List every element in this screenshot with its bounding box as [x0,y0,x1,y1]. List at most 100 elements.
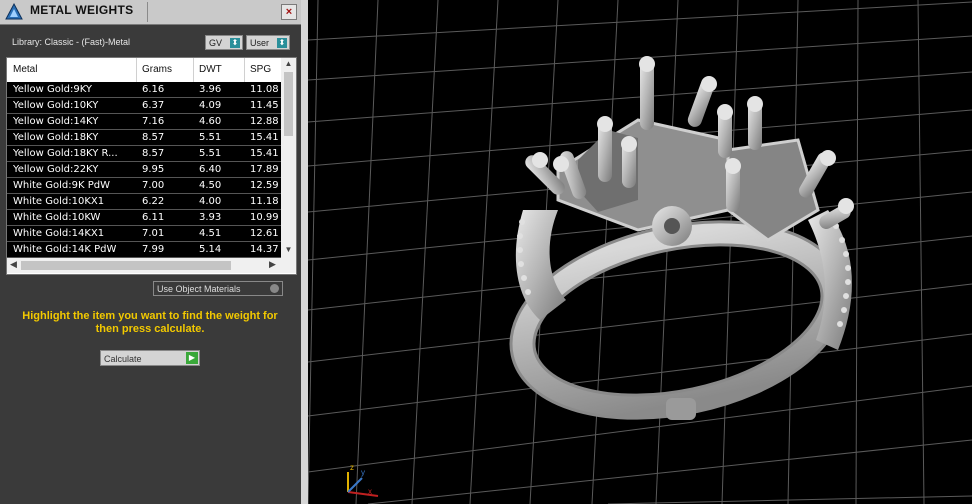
gv-label: GV [209,38,223,48]
scroll-down-icon[interactable]: ▼ [281,244,296,256]
table-cell-metal: White Gold:14KX1 [13,228,105,239]
table-row[interactable]: Yellow Gold:18KY 8.57 5.51 15.41 [7,130,281,146]
table-cell-metal: White Gold:10KX1 [13,196,105,207]
table-cell-spg: 11.08 [250,84,279,95]
table-row[interactable]: White Gold:10KW 6.11 3.93 10.99 [7,210,281,226]
table-cell-dwt: 4.00 [199,196,222,207]
table-cell-dwt: 4.50 [199,180,222,191]
scroll-corner [281,258,296,273]
table-cell-metal: Yellow Gold:18KY [13,132,99,143]
column-divider [244,58,245,82]
scroll-thumb[interactable] [284,72,293,136]
table-cell-metal: Yellow Gold:10KY [13,100,99,111]
scroll-thumb[interactable] [21,261,231,270]
calculate-label: Calculate [104,354,142,364]
table-cell-spg: 15.41 [250,132,279,143]
table-cell-grams: 6.16 [142,84,165,95]
scroll-right-icon[interactable]: ▶ [269,259,276,270]
table-cell-grams: 8.57 [142,148,165,159]
table-cell-grams: 7.01 [142,228,165,239]
use-object-materials-toggle[interactable]: Use Object Materials [153,281,283,296]
table-cell-spg: 12.61 [250,228,279,239]
column-divider [136,58,137,82]
table-cell-grams: 7.00 [142,180,165,191]
table-cell-grams: 8.57 [142,132,165,143]
play-arrow-icon[interactable]: ▶ [186,352,198,364]
table-cell-metal: White Gold:9K PdW [13,180,110,191]
table-cell-spg: 10.99 [250,212,279,223]
table-cell-dwt: 4.09 [199,100,222,111]
table-row[interactable]: White Gold:14K PdW 7.99 5.14 14.37 [7,242,281,258]
table-cell-dwt: 5.14 [199,244,222,255]
table-cell-grams: 7.99 [142,244,165,255]
table-cell-metal: Yellow Gold:18KY R... [13,148,118,159]
axis-gizmo: z y x [347,463,379,497]
title-separator [147,2,148,22]
table-cell-dwt: 5.51 [199,132,222,143]
toggle-icon[interactable] [270,284,279,293]
table-cell-spg: 17.89 [250,164,279,175]
user-label: User [250,38,270,48]
table-cell-spg: 11.18 [250,196,279,207]
column-header-dwt[interactable]: DWT [199,64,222,75]
app-logo-icon [5,2,23,20]
user-dropdown[interactable]: User ⬍ [246,35,290,50]
table-row[interactable]: Yellow Gold:18KY R... 8.57 5.51 15.41 [7,146,281,162]
table-cell-grams: 6.11 [142,212,165,223]
dropdown-arrow-icon: ⬍ [277,38,287,48]
table-cell-metal: Yellow Gold:22KY [13,164,99,175]
close-button[interactable]: × [281,4,297,20]
table-cell-spg: 14.37 [250,244,279,255]
use-object-materials-label: Use Object Materials [157,284,241,294]
dropdown-arrow-icon: ⬍ [230,38,240,48]
table-cell-dwt: 3.93 [199,212,222,223]
table-cell-spg: 12.88 [250,116,279,127]
table-cell-dwt: 4.60 [199,116,222,127]
table-row[interactable]: Yellow Gold:22KY 9.95 6.40 17.89 [7,162,281,178]
table-cell-dwt: 3.96 [199,84,222,95]
calculate-button[interactable]: Calculate ▶ [100,350,200,366]
viewport-canvas[interactable]: z y x [308,0,972,504]
library-label: Library: Classic - (Fast)-Metal [12,37,131,47]
table-cell-spg: 12.59 [250,180,279,191]
table-cell-grams: 9.95 [142,164,165,175]
table-cell-dwt: 5.51 [199,148,222,159]
scroll-up-icon[interactable]: ▲ [281,58,296,70]
axis-y-label: y [361,468,365,477]
table-cell-metal: White Gold:14K PdW [13,244,117,255]
3d-viewport[interactable]: z y x [308,0,972,504]
table-row[interactable]: White Gold:9K PdW 7.00 4.50 12.59 [7,178,281,194]
table-cell-dwt: 4.51 [199,228,222,239]
metal-table: Metal Grams DWT SPG Yellow Gold:9KY 6.16 3… [6,57,297,275]
axis-z-label: z [350,463,354,472]
table-row[interactable]: Yellow Gold:9KY 6.16 3.96 11.08 [7,82,281,98]
table-row[interactable]: Yellow Gold:10KY 6.37 4.09 11.45 [7,98,281,114]
column-header-grams[interactable]: Grams [142,64,172,75]
ring-model[interactable] [506,56,854,433]
metal-weights-panel: METAL WEIGHTS × Library: Classic - (Fast… [0,0,301,504]
table-cell-metal: Yellow Gold:14KY [13,116,99,127]
vertical-scrollbar[interactable]: ▲ ▼ [281,58,296,258]
horizontal-scrollbar[interactable]: ◀ ▶ [7,258,281,273]
column-header-spg[interactable]: SPG [250,64,271,75]
panel-splitter[interactable] [301,0,308,504]
axis-x-label: x [368,487,372,496]
table-cell-metal: White Gold:10KW [13,212,101,223]
table-header: Metal Grams DWT SPG [7,58,281,82]
table-row[interactable]: Yellow Gold:14KY 7.16 4.60 12.88 [7,114,281,130]
table-cell-spg: 11.45 [250,100,279,111]
table-cell-grams: 6.22 [142,196,165,207]
gv-dropdown[interactable]: GV ⬍ [205,35,243,50]
scroll-left-icon[interactable]: ◀ [10,259,17,270]
table-body: Yellow Gold:9KY 6.16 3.96 11.08 Yellow Gold:… [7,82,281,258]
table-cell-dwt: 6.40 [199,164,222,175]
table-row[interactable]: White Gold:14KX1 7.01 4.51 12.61 [7,226,281,242]
table-cell-grams: 6.37 [142,100,165,111]
table-row[interactable]: White Gold:10KX1 6.22 4.00 11.18 [7,194,281,210]
panel-title: METAL WEIGHTS [30,3,134,17]
panel-titlebar: METAL WEIGHTS × [0,0,301,25]
instruction-hint: Highlight the item you want to find the … [22,310,278,335]
table-cell-grams: 7.16 [142,116,165,127]
column-header-metal[interactable]: Metal [13,64,37,75]
table-cell-spg: 15.41 [250,148,279,159]
